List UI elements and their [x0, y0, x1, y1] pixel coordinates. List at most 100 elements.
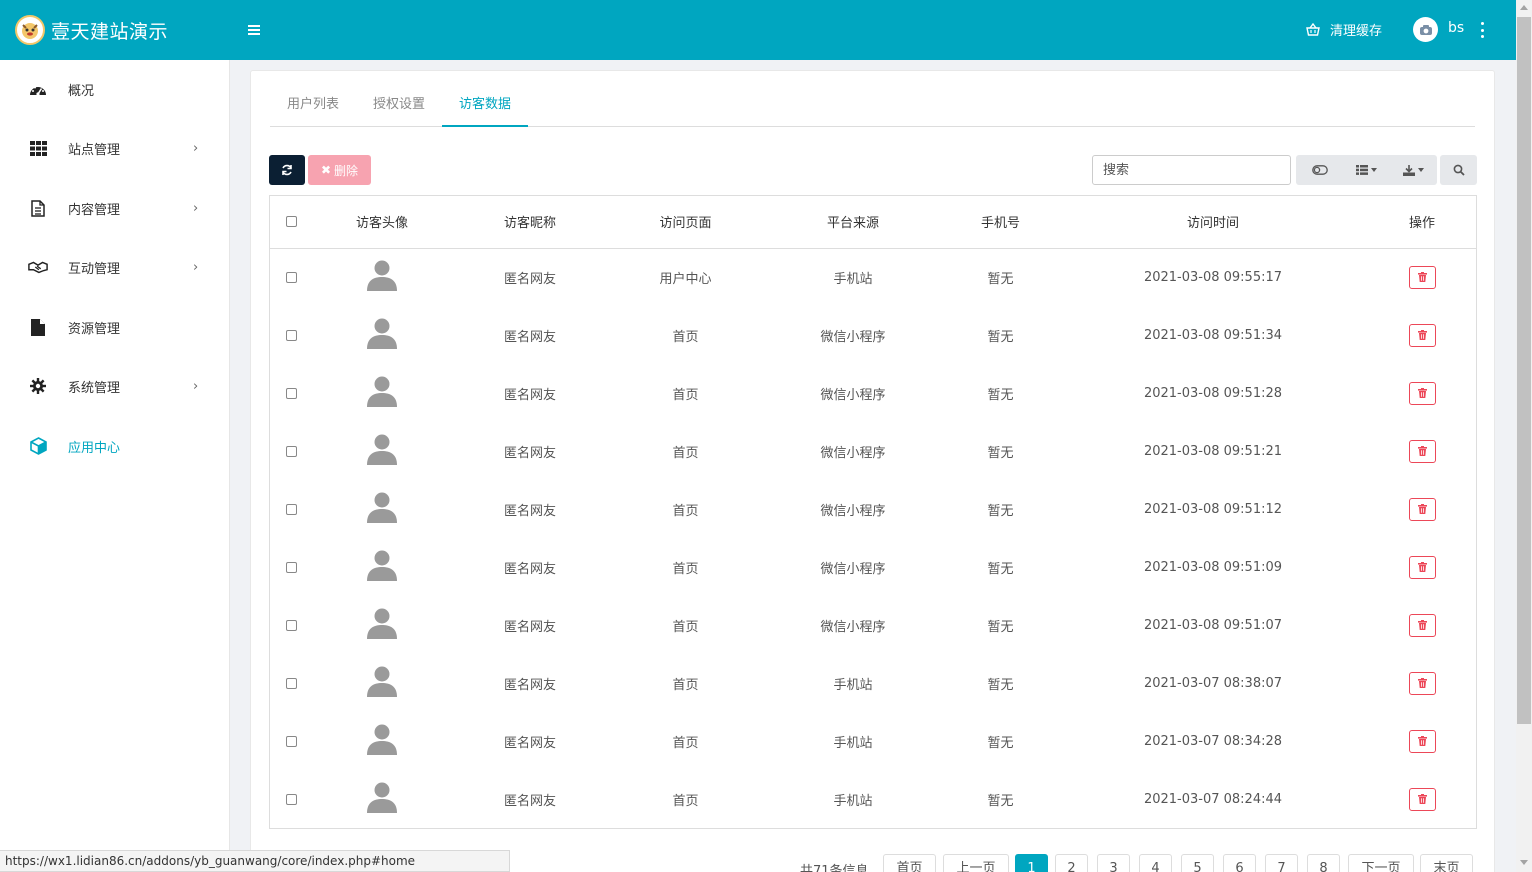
page-number-button[interactable]: 5: [1181, 854, 1214, 872]
column-header[interactable]: 访客昵称: [452, 196, 608, 249]
status-bar-url: https://wx1.lidian86.cn/addons/yb_guanwa…: [0, 850, 510, 872]
table-row: 匿名网友 首页 微信小程序 暂无 2021-03-08 09:51:12: [270, 480, 1476, 538]
action-cell: [1368, 654, 1476, 712]
first-page-button[interactable]: 首页: [883, 854, 936, 872]
refresh-button[interactable]: [269, 155, 305, 185]
sidebar-item[interactable]: 站点管理 ›: [0, 128, 230, 168]
search-button[interactable]: [1440, 155, 1477, 185]
row-checkbox[interactable]: [285, 503, 297, 515]
phone-number: 暂无: [987, 793, 1014, 809]
tab-visitor-data[interactable]: 访客数据: [442, 84, 528, 127]
row-checkbox[interactable]: [285, 271, 297, 283]
refresh-icon: [282, 164, 292, 176]
row-checkbox[interactable]: [285, 619, 297, 631]
page-number-button[interactable]: 8: [1307, 854, 1340, 872]
page-number-button[interactable]: 3: [1097, 854, 1130, 872]
toggle-view-button[interactable]: [1296, 155, 1343, 185]
row-checkbox[interactable]: [285, 793, 297, 805]
column-header[interactable]: 访客头像: [312, 196, 452, 249]
row-select-cell: [270, 480, 312, 538]
row-checkbox[interactable]: [285, 561, 297, 573]
platform-source: 微信小程序: [820, 387, 886, 403]
visited-page: 首页: [672, 677, 699, 693]
visitor-avatar-cell: [312, 538, 452, 596]
phone-number: 暂无: [987, 387, 1014, 403]
handshake-icon: [28, 258, 48, 276]
delete-row-button[interactable]: [1408, 381, 1436, 405]
export-button[interactable]: [1390, 155, 1437, 185]
column-header[interactable]: 访问时间: [1058, 196, 1368, 249]
row-checkbox[interactable]: [285, 387, 297, 399]
last-page-button[interactable]: 末页: [1420, 854, 1473, 872]
trash-icon: [1417, 562, 1427, 572]
column-header[interactable]: 手机号: [943, 196, 1058, 249]
page-number-button[interactable]: 4: [1139, 854, 1172, 872]
chevron-right-icon: ›: [193, 259, 199, 275]
visitor-nickname: 匿名网友: [503, 735, 556, 751]
pagination-info: 共71条信息: [800, 864, 869, 872]
delete-row-button[interactable]: [1408, 787, 1436, 811]
delete-row-button[interactable]: [1408, 555, 1436, 579]
table-row: 匿名网友 首页 微信小程序 暂无 2021-03-08 09:51:07: [270, 596, 1476, 654]
clear-cache-button[interactable]: 清理缓存: [1306, 20, 1382, 39]
delete-button[interactable]: ✖ 删除: [308, 155, 371, 185]
page-number-button[interactable]: 7: [1265, 854, 1298, 872]
sidebar-item[interactable]: 概况: [0, 69, 230, 109]
scroll-down-arrow-icon[interactable]: [1520, 860, 1528, 865]
row-checkbox[interactable]: [285, 445, 297, 457]
menu-toggle-icon[interactable]: [248, 20, 264, 40]
platform-source: 微信小程序: [820, 445, 886, 461]
brand-title: 壹天建站演示: [51, 20, 169, 43]
search-input[interactable]: [1092, 155, 1291, 185]
prev-page-button[interactable]: 上一页: [943, 854, 1009, 872]
trash-icon: [1417, 678, 1427, 688]
tab-auth-settings[interactable]: 授权设置: [356, 84, 442, 127]
brand[interactable]: 壹天建站演示: [0, 0, 230, 60]
delete-row-button[interactable]: [1408, 439, 1436, 463]
trash-icon: [1417, 330, 1427, 340]
delete-row-button[interactable]: [1408, 497, 1436, 521]
trash-icon: [1417, 736, 1427, 746]
sidebar-item[interactable]: 资源管理: [0, 307, 230, 347]
column-header[interactable]: 平台来源: [763, 196, 943, 249]
delete-row-button[interactable]: [1408, 671, 1436, 695]
delete-row-button[interactable]: [1408, 613, 1436, 637]
platform-source: 手机站: [833, 793, 873, 809]
visitor-avatar-cell: [312, 654, 452, 712]
sidebar-item[interactable]: 系统管理 ›: [0, 366, 230, 406]
row-select-cell: [270, 364, 312, 422]
sidebar-item[interactable]: 内容管理 ›: [0, 188, 230, 228]
user-avatar-icon: [366, 665, 398, 701]
scroll-up-arrow-icon[interactable]: [1520, 5, 1528, 10]
delete-row-button[interactable]: [1408, 265, 1436, 289]
user-name[interactable]: bs: [1448, 20, 1464, 36]
next-page-button[interactable]: 下一页: [1348, 854, 1414, 872]
row-checkbox[interactable]: [285, 329, 297, 341]
user-avatar[interactable]: [1413, 17, 1438, 42]
sidebar-item[interactable]: 互动管理 ›: [0, 247, 230, 287]
row-checkbox[interactable]: [285, 677, 297, 689]
page-number-button[interactable]: 6: [1223, 854, 1256, 872]
delete-row-button[interactable]: [1408, 729, 1436, 753]
sidebar-item[interactable]: 应用中心: [0, 426, 230, 466]
document-icon: [28, 199, 48, 217]
more-menu-icon[interactable]: [1477, 20, 1487, 40]
user-avatar-icon: [366, 375, 398, 411]
page-number-button[interactable]: 2: [1055, 854, 1088, 872]
column-header[interactable]: 访问页面: [608, 196, 763, 249]
page-number-button[interactable]: 1: [1015, 854, 1048, 872]
scrollbar-thumb[interactable]: [1517, 17, 1531, 724]
select-all-checkbox[interactable]: [285, 216, 297, 228]
visited-page: 首页: [672, 735, 699, 751]
user-avatar-icon: [366, 433, 398, 469]
row-checkbox[interactable]: [285, 735, 297, 747]
visit-time: 2021-03-08 09:51:28: [1143, 385, 1283, 401]
delete-row-button[interactable]: [1408, 323, 1436, 347]
user-avatar-icon: [366, 491, 398, 527]
tab-user-list[interactable]: 用户列表: [270, 84, 356, 127]
table-row: 匿名网友 首页 微信小程序 暂无 2021-03-08 09:51:21: [270, 422, 1476, 480]
columns-button[interactable]: [1343, 155, 1390, 185]
user-avatar-icon: [366, 317, 398, 353]
row-select-cell: [270, 654, 312, 712]
table-row: 匿名网友 首页 微信小程序 暂无 2021-03-08 09:51:34: [270, 306, 1476, 364]
